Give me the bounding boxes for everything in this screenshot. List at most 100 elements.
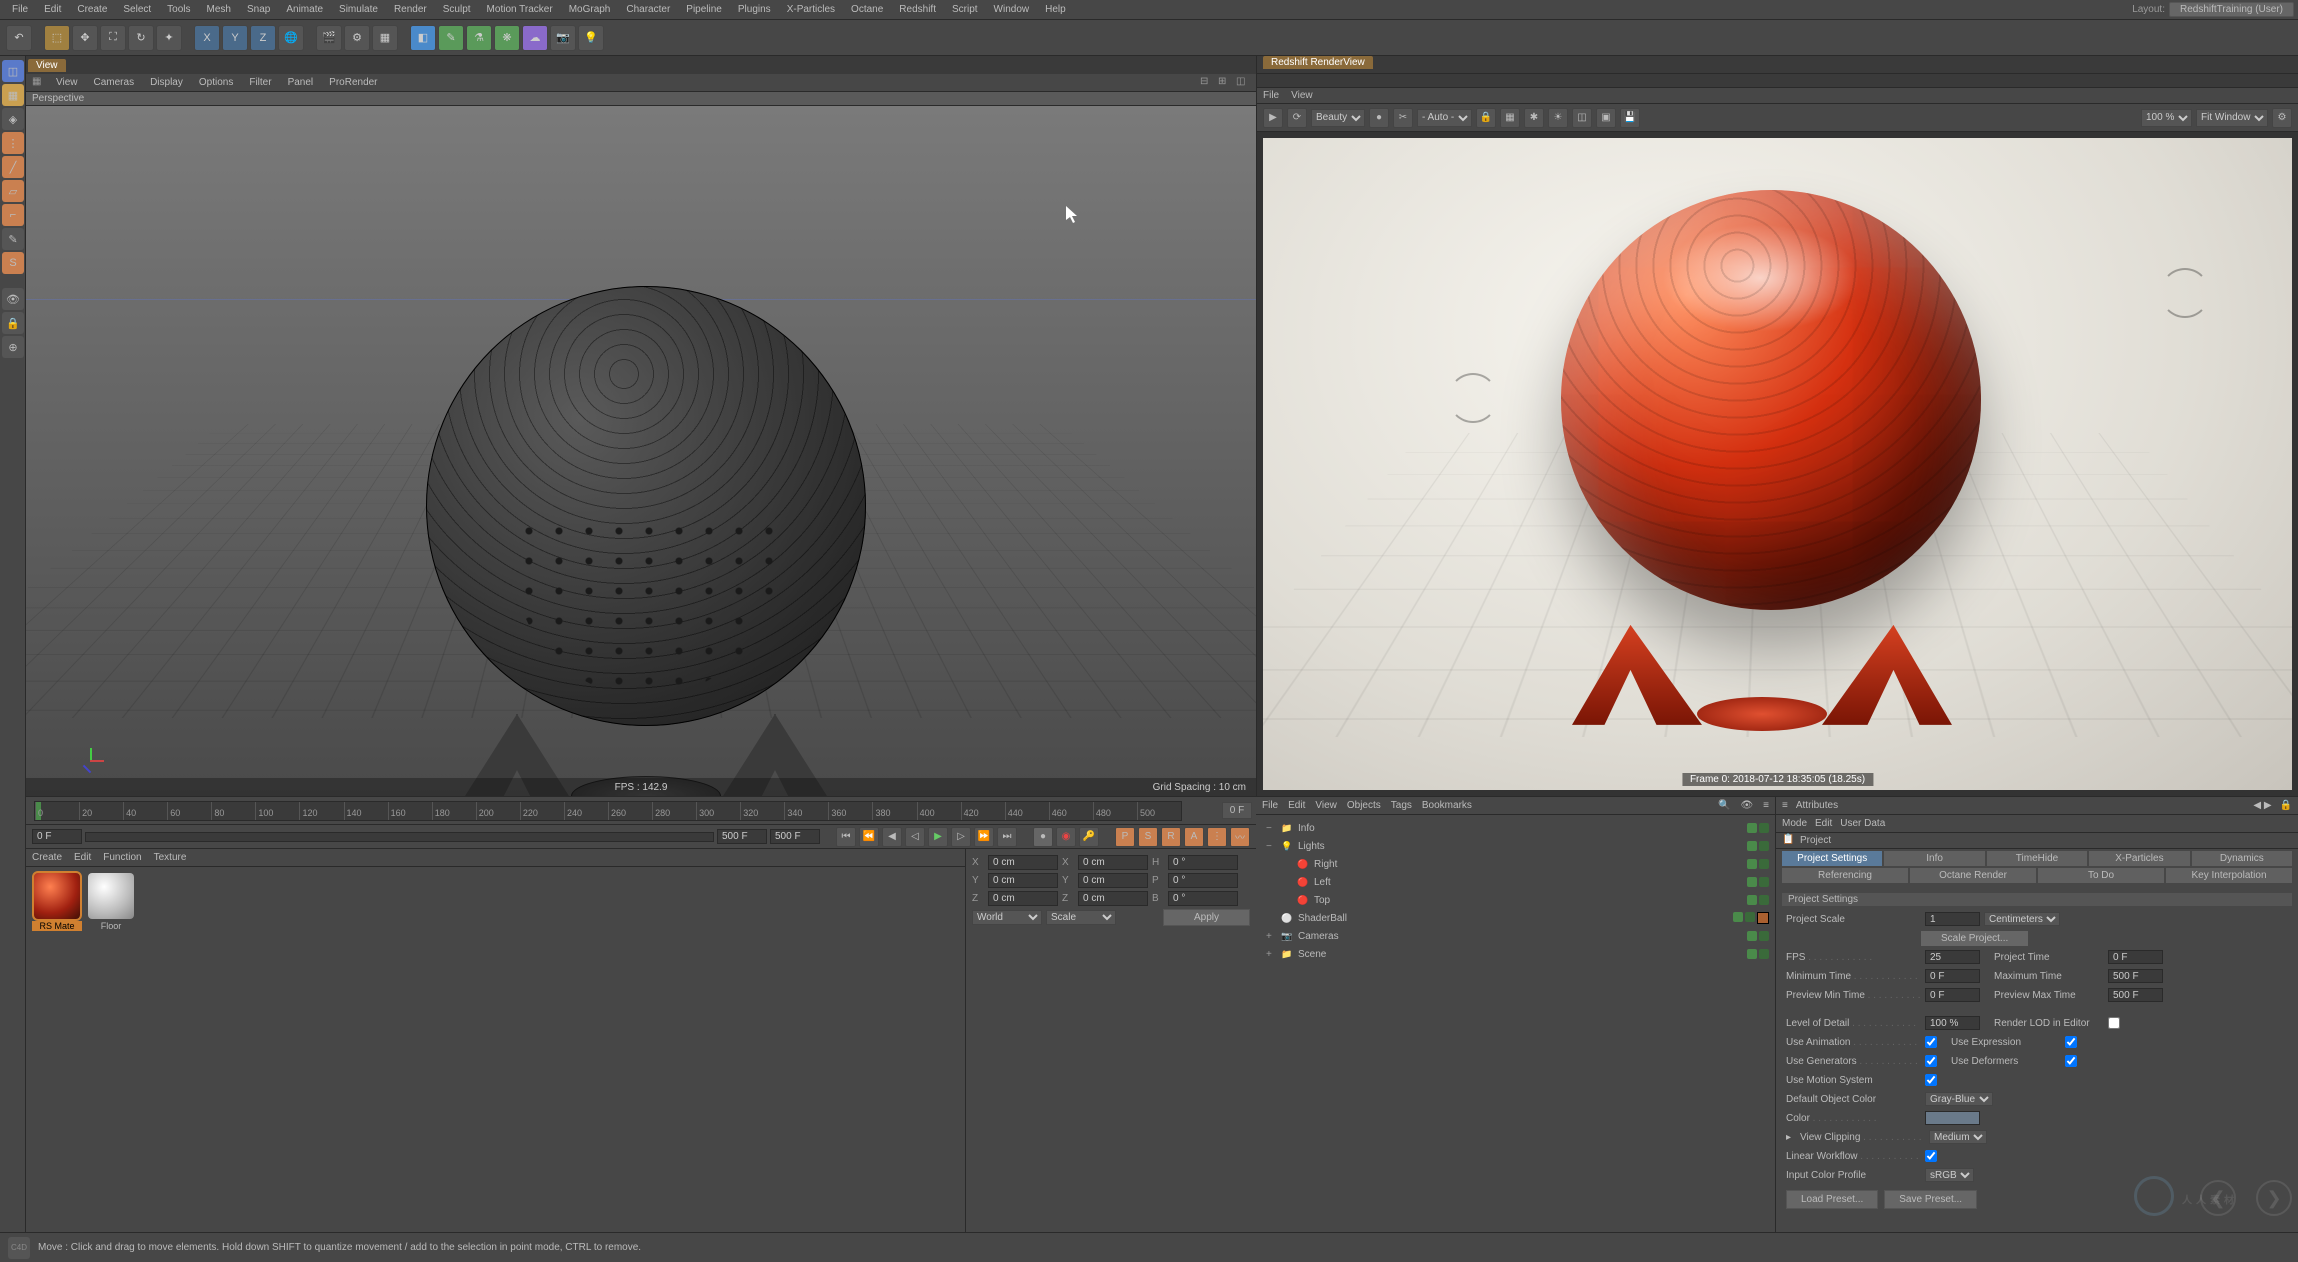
menu-render[interactable]: Render [386, 0, 435, 20]
check-usegen[interactable] [1925, 1055, 1937, 1067]
tab-x-particles[interactable]: X-Particles [2089, 851, 2189, 866]
tab-referencing[interactable]: Referencing [1782, 868, 1908, 883]
om-file[interactable]: File [1262, 800, 1278, 811]
om-tags[interactable]: Tags [1391, 800, 1412, 811]
vis-render[interactable] [1759, 877, 1769, 887]
last-tool[interactable]: ✦ [156, 25, 182, 51]
input-lod[interactable] [1925, 1016, 1980, 1030]
key-rot[interactable]: R [1161, 827, 1181, 847]
rv-compare-icon[interactable]: ▣ [1596, 108, 1616, 128]
mat-function[interactable]: Function [103, 852, 141, 863]
add-environment[interactable]: ☁ [522, 25, 548, 51]
rv-view[interactable]: View [1291, 90, 1313, 101]
menu-create[interactable]: Create [69, 0, 115, 20]
vp-cameras[interactable]: Cameras [88, 77, 141, 88]
tab-to-do[interactable]: To Do [2038, 868, 2164, 883]
timeline[interactable]: 0204060801001201401601802002202402602803… [26, 797, 1256, 825]
play-nextkey[interactable]: ⏩ [974, 827, 994, 847]
vis-editor[interactable] [1733, 912, 1743, 922]
om-bookmarks[interactable]: Bookmarks [1422, 800, 1472, 811]
rv-auto-select[interactable]: - Auto - [1417, 109, 1472, 127]
input-mintime[interactable] [1925, 969, 1980, 983]
om-filter-icon[interactable]: 👁 [1740, 800, 1753, 811]
viewport-3d[interactable]: FPS : 142.9 Grid Spacing : 10 cm [26, 106, 1256, 796]
axis-z-toggle[interactable]: Z [250, 25, 276, 51]
tab-timehide[interactable]: TimeHide [1987, 851, 2087, 866]
menu-window[interactable]: Window [986, 0, 1038, 20]
rv-file[interactable]: File [1263, 90, 1279, 101]
coord-system[interactable]: 🌐 [278, 25, 304, 51]
vis-editor[interactable] [1747, 859, 1757, 869]
rv-ipr-icon[interactable]: ● [1369, 108, 1389, 128]
rotate-tool[interactable]: ↻ [128, 25, 154, 51]
add-deformer[interactable]: ❋ [494, 25, 520, 51]
rv-bucket-icon[interactable]: ✱ [1524, 108, 1544, 128]
material-tag[interactable] [1757, 912, 1769, 924]
input-projtime[interactable] [2108, 950, 2163, 964]
tree-lights[interactable]: −💡Lights [1256, 837, 1775, 855]
viewport-tab[interactable]: View [28, 59, 66, 72]
key-pla[interactable]: ⋮ [1207, 827, 1227, 847]
frame-end-b[interactable] [770, 829, 820, 844]
add-light[interactable]: 💡 [578, 25, 604, 51]
coord-Y-size[interactable] [1078, 873, 1148, 888]
mat-edit[interactable]: Edit [74, 852, 91, 863]
vis-render[interactable] [1759, 895, 1769, 905]
menu-select[interactable]: Select [115, 0, 159, 20]
material-rsmate[interactable]: RS Mate [32, 873, 82, 1256]
play-forward[interactable]: ▶ [928, 827, 948, 847]
material-swatch-1[interactable] [34, 873, 80, 919]
texture-mode[interactable]: ▦ [2, 84, 24, 106]
tab-octane-render[interactable]: Octane Render [1910, 868, 2036, 883]
om-view[interactable]: View [1315, 800, 1337, 811]
menu-pipeline[interactable]: Pipeline [678, 0, 730, 20]
color-swatch[interactable] [1925, 1111, 1980, 1125]
input-maxtime[interactable] [2108, 969, 2163, 983]
menu-character[interactable]: Character [618, 0, 678, 20]
poly-mode[interactable]: ▱ [2, 180, 24, 202]
coord-Y-pos[interactable] [988, 873, 1058, 888]
frame-slider[interactable] [85, 832, 714, 842]
attr-userdata[interactable]: User Data [1840, 818, 1885, 829]
coord-apply[interactable]: Apply [1163, 909, 1250, 926]
tree-info[interactable]: −📁Info [1256, 819, 1775, 837]
attr-burger-icon[interactable]: ≡ [1782, 800, 1788, 811]
coord-scale[interactable]: Scale [1046, 910, 1116, 925]
tree-top[interactable]: 🔴Top [1256, 891, 1775, 909]
rv-lock-icon[interactable]: 🔒 [1476, 108, 1496, 128]
select-viewclip[interactable]: Medium [1929, 1130, 1987, 1144]
attr-lock-icon[interactable]: 🔒 [2280, 800, 2292, 811]
move-tool[interactable]: ✥ [72, 25, 98, 51]
play-nextframe[interactable]: ▷ [951, 827, 971, 847]
key-pos[interactable]: P [1115, 827, 1135, 847]
lock-icon[interactable]: 🔒 [2, 312, 24, 334]
menu-xparticles[interactable]: X-Particles [779, 0, 843, 20]
vp-toggle-icon[interactable]: ◫ [1236, 76, 1250, 90]
input-prevmax[interactable] [2108, 988, 2163, 1002]
scale-tool[interactable]: ⛶ [100, 25, 126, 51]
coord-Z-pos[interactable] [988, 891, 1058, 906]
viewport-config-icon[interactable]: ▦ [32, 76, 46, 90]
attr-edit[interactable]: Edit [1815, 818, 1832, 829]
snap-toggle[interactable]: S [2, 252, 24, 274]
menu-plugins[interactable]: Plugins [730, 0, 779, 20]
vp-options[interactable]: Options [193, 77, 239, 88]
rv-grid-icon[interactable]: ▦ [1500, 108, 1520, 128]
edge-mode[interactable]: ╱ [2, 156, 24, 178]
rv-sun-icon[interactable]: ☀ [1548, 108, 1568, 128]
vis-editor[interactable] [1747, 877, 1757, 887]
menu-mesh[interactable]: Mesh [199, 0, 239, 20]
axis-mode[interactable]: ⌐ [2, 204, 24, 226]
menu-tools[interactable]: Tools [159, 0, 198, 20]
menu-sculpt[interactable]: Sculpt [435, 0, 479, 20]
add-camera[interactable]: 📷 [550, 25, 576, 51]
select-projscale-unit[interactable]: Centimeters [1984, 912, 2060, 926]
menu-motiontracker[interactable]: Motion Tracker [479, 0, 561, 20]
menu-octane[interactable]: Octane [843, 0, 891, 20]
vp-prorender[interactable]: ProRender [323, 77, 383, 88]
menu-simulate[interactable]: Simulate [331, 0, 386, 20]
axis-x-toggle[interactable]: X [194, 25, 220, 51]
layout-selector[interactable]: Layout: RedshiftTraining (User) [2132, 2, 2294, 17]
tree-cameras[interactable]: +📷Cameras [1256, 927, 1775, 945]
rv-settings-icon[interactable]: ⚙ [2272, 108, 2292, 128]
